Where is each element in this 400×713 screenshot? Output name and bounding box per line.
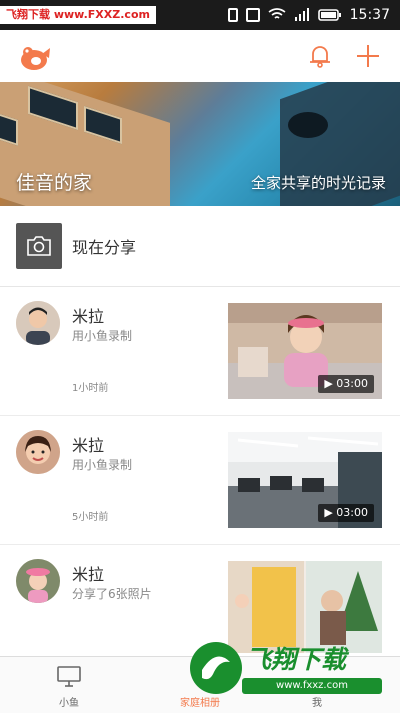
user-name: 米拉 (72, 307, 105, 326)
banner-title: 佳音的家 (16, 172, 93, 194)
fish-logo-icon[interactable] (16, 40, 52, 72)
bell-icon[interactable] (306, 42, 334, 70)
duration-text: 03:00 (336, 377, 368, 390)
app-bar (0, 30, 400, 83)
share-now-label: 现在分享 (72, 238, 137, 257)
avatar[interactable] (16, 559, 60, 603)
status-time: 15:37 (349, 7, 390, 23)
camera-button[interactable] (16, 223, 62, 269)
watermark-label: 飞翔下载 www.FXXZ.com (0, 6, 156, 24)
battery-icon (317, 9, 341, 21)
user-name: 米拉 (72, 436, 105, 455)
clock-icon (245, 8, 260, 22)
post-action: 用小鱼录制 (72, 329, 133, 343)
watermark-url: www.fxxz.com (242, 678, 382, 694)
post-time: 5小时前 (72, 512, 109, 523)
nav-label: 小鱼 (59, 698, 79, 709)
feed-item[interactable]: 米拉 用小鱼录制 5小时前 ▶ 03:00 (0, 416, 400, 545)
video-duration: ▶ 03:00 (318, 504, 374, 522)
post-time: 1小时前 (72, 383, 109, 394)
video-thumbnail[interactable]: ▶ 03:00 (228, 303, 382, 399)
avatar-child-image (16, 559, 60, 603)
watermark-brand: 飞翔下载 (246, 645, 347, 674)
feed-item[interactable]: 米拉 用小鱼录制 1小时前 ▶ 03:00 (0, 287, 400, 416)
share-now-row[interactable]: 现在分享 (0, 206, 400, 287)
camera-icon (27, 236, 51, 256)
avatar[interactable] (16, 430, 60, 474)
video-duration: ▶ 03:00 (318, 375, 374, 393)
status-icons: 15:37 (227, 0, 390, 30)
avatar-girl-image (16, 430, 60, 474)
wifi-icon (268, 8, 286, 19)
signal-icon (294, 8, 309, 21)
video-thumbnail[interactable]: ▶ 03:00 (228, 432, 382, 528)
avatar-man-image (16, 301, 60, 345)
post-action: 用小鱼录制 (72, 458, 133, 472)
banner-subtitle: 全家共享的时光记录 (250, 174, 386, 192)
status-bar: 飞翔下载 www.FXXZ.com 15:37 (0, 0, 400, 30)
avatar[interactable] (16, 301, 60, 345)
post-action: 分享了6张照片 (72, 587, 152, 601)
plus-icon[interactable] (354, 42, 382, 70)
banner-lamp (288, 112, 328, 138)
user-name: 米拉 (72, 565, 105, 584)
monitor-icon (57, 666, 81, 687)
family-banner[interactable]: 佳音的家 全家共享的时光记录 (0, 82, 400, 206)
nav-item-xiaoyu[interactable]: 小鱼 (14, 657, 124, 713)
duration-text: 03:00 (336, 506, 368, 519)
vibrate-icon (227, 8, 238, 22)
